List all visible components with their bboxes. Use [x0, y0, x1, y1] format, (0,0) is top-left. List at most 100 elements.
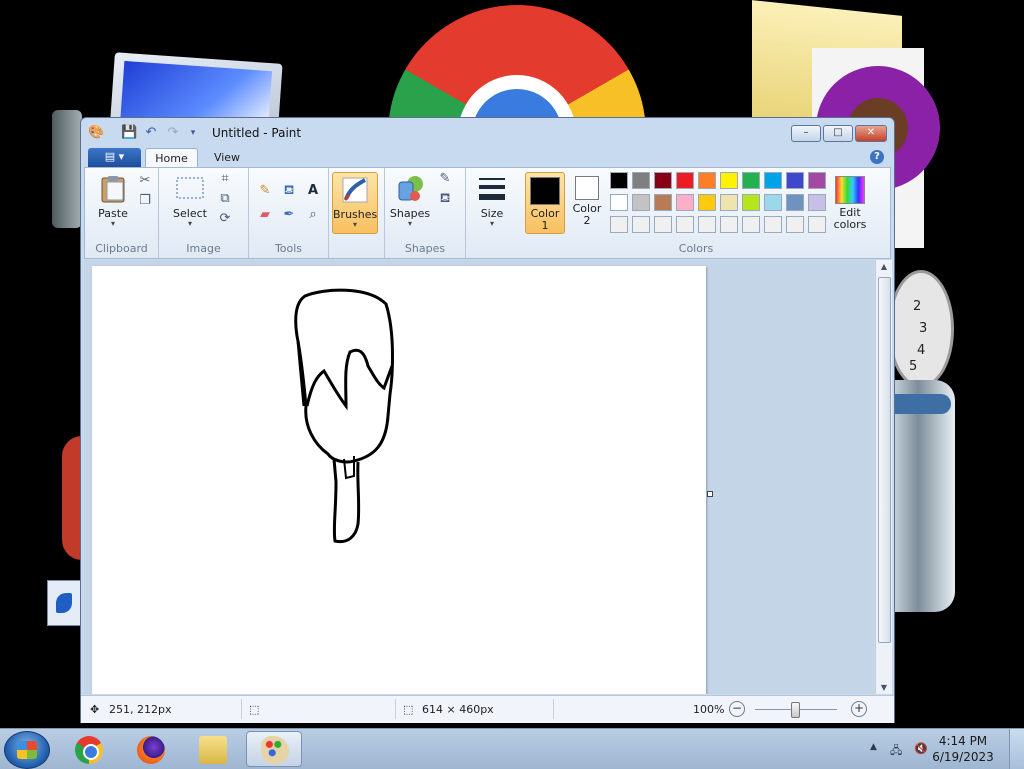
- scrollbar-thumb[interactable]: [878, 277, 891, 643]
- paint-app-icon[interactable]: 🎨: [88, 125, 104, 141]
- status-divider: [241, 699, 242, 719]
- palette-color-swatch[interactable]: [632, 194, 650, 211]
- taskbar-paint[interactable]: [246, 731, 302, 767]
- clock-date[interactable]: 6/19/2023: [928, 750, 998, 764]
- palette-color-swatch[interactable]: [610, 194, 628, 211]
- palette-color-swatch[interactable]: [676, 216, 694, 233]
- palette-color-swatch[interactable]: [610, 172, 628, 189]
- zoom-slider-thumb[interactable]: [791, 702, 800, 718]
- system-tray: ▲ 🖧 🔇 4:14 PM 6/19/2023: [866, 729, 1024, 769]
- palette-color-swatch[interactable]: [742, 194, 760, 211]
- palette-color-swatch[interactable]: [698, 172, 716, 189]
- palette-color-swatch[interactable]: [786, 216, 804, 233]
- color1-label: Color 1: [530, 207, 560, 232]
- palette-color-swatch[interactable]: [720, 216, 738, 233]
- pencil-icon[interactable]: ✎: [255, 182, 275, 200]
- show-hidden-icons-icon[interactable]: ▲: [870, 742, 877, 752]
- palette-color-swatch[interactable]: [632, 216, 650, 233]
- shapes-button[interactable]: Shapes ▾: [389, 172, 431, 228]
- folder-icon: [199, 736, 227, 764]
- zoom-out-icon[interactable]: −: [729, 701, 745, 717]
- resize-icon[interactable]: ⧉: [215, 190, 235, 208]
- copy-icon[interactable]: ❐: [135, 192, 155, 210]
- palette-color-swatch[interactable]: [786, 172, 804, 189]
- fill-bucket-icon[interactable]: ⛾: [279, 182, 299, 200]
- palette-color-swatch[interactable]: [742, 216, 760, 233]
- paste-button[interactable]: Paste ▾: [93, 172, 133, 228]
- palette-color-swatch[interactable]: [742, 172, 760, 189]
- network-icon[interactable]: 🖧: [890, 742, 902, 761]
- clock-time[interactable]: 4:14 PM: [928, 734, 998, 748]
- undo-icon[interactable]: ↶: [143, 125, 159, 141]
- save-icon[interactable]: 💾: [121, 125, 137, 141]
- recycle-bin-icon[interactable]: [893, 380, 955, 612]
- color2-button[interactable]: Color 2: [569, 172, 605, 234]
- palette-color-swatch[interactable]: [808, 194, 826, 211]
- edit-colors-label: Edit colors: [833, 206, 867, 231]
- taskbar-file-explorer[interactable]: [184, 731, 240, 767]
- colors-group-label: Colors: [678, 242, 714, 255]
- show-desktop-button[interactable]: [1009, 729, 1024, 769]
- palette-color-swatch[interactable]: [654, 172, 672, 189]
- canvas-resize-handle[interactable]: [707, 491, 713, 497]
- outline-icon[interactable]: ✎: [435, 170, 455, 188]
- color-picker-icon[interactable]: ✒: [279, 206, 299, 224]
- palette-color-swatch[interactable]: [654, 216, 672, 233]
- paint-window: 🎨 💾 ↶ ↷ ▾ Untitled - Paint – □ ✕ ▤ ▾ Hom…: [80, 117, 895, 723]
- rotate-icon[interactable]: ⟳: [215, 210, 235, 228]
- status-divider: [553, 699, 554, 719]
- volume-muted-icon[interactable]: 🔇: [914, 742, 928, 755]
- title-bar[interactable]: 🎨 💾 ↶ ↷ ▾ Untitled - Paint – □ ✕: [81, 118, 894, 148]
- customize-toolbar-icon[interactable]: ▾: [185, 125, 201, 141]
- help-icon[interactable]: ?: [870, 150, 884, 164]
- edit-colors-button[interactable]: Edit colors: [831, 172, 869, 231]
- drawing-canvas[interactable]: [92, 266, 706, 694]
- fill-icon[interactable]: ⛾: [435, 190, 455, 208]
- palette-color-swatch[interactable]: [786, 194, 804, 211]
- desktop-shortcut-icon[interactable]: [47, 580, 81, 626]
- palette-color-swatch[interactable]: [698, 194, 716, 211]
- palette-color-swatch[interactable]: [610, 216, 628, 233]
- size-button[interactable]: Size ▾: [471, 172, 513, 228]
- paint-palette-icon: [261, 736, 289, 764]
- start-button[interactable]: [4, 731, 50, 769]
- palette-color-swatch[interactable]: [720, 194, 738, 211]
- chevron-down-icon: ▾: [352, 220, 357, 229]
- select-button[interactable]: Select ▾: [169, 172, 211, 228]
- desktop-app-icon[interactable]: [62, 436, 82, 560]
- crop-icon[interactable]: ⌗: [215, 170, 235, 188]
- palette-color-swatch[interactable]: [764, 194, 782, 211]
- brushes-button[interactable]: Brushes ▾: [332, 172, 378, 234]
- scroll-down-icon[interactable]: ▼: [879, 683, 889, 692]
- palette-color-swatch[interactable]: [764, 172, 782, 189]
- cut-icon[interactable]: ✂: [135, 172, 155, 190]
- ribbon-home: Paste ▾ ✂ ❐ Clipboard Select ▾ ⌗ ⧉ ⟳ Ima…: [84, 167, 891, 259]
- scroll-up-icon[interactable]: ▲: [879, 262, 889, 271]
- file-menu-button[interactable]: ▤ ▾: [88, 148, 141, 167]
- vertical-scrollbar[interactable]: ▲ ▼: [875, 260, 892, 694]
- redo-icon[interactable]: ↷: [165, 125, 181, 141]
- palette-color-swatch[interactable]: [808, 172, 826, 189]
- color1-button[interactable]: Color 1: [525, 172, 565, 234]
- eraser-icon[interactable]: ▰: [255, 206, 275, 224]
- zoom-level: 100%: [693, 703, 725, 716]
- magnifier-icon[interactable]: ⌕: [303, 206, 323, 224]
- palette-color-swatch[interactable]: [632, 172, 650, 189]
- palette-color-swatch[interactable]: [720, 172, 738, 189]
- tab-view[interactable]: View: [207, 148, 247, 168]
- taskbar-chrome[interactable]: [60, 731, 116, 767]
- text-tool-icon[interactable]: A: [303, 182, 323, 200]
- palette-color-swatch[interactable]: [654, 194, 672, 211]
- maximize-button[interactable]: □: [823, 125, 853, 142]
- palette-color-swatch[interactable]: [808, 216, 826, 233]
- zoom-in-icon[interactable]: +: [851, 701, 867, 717]
- palette-color-swatch[interactable]: [698, 216, 716, 233]
- close-button[interactable]: ✕: [855, 125, 887, 142]
- tab-home[interactable]: Home: [145, 148, 198, 168]
- palette-color-swatch[interactable]: [764, 216, 782, 233]
- palette-color-swatch[interactable]: [676, 172, 694, 189]
- palette-color-swatch[interactable]: [676, 194, 694, 211]
- taskbar-firefox[interactable]: [122, 731, 178, 767]
- firefox-icon: [137, 736, 165, 764]
- minimize-button[interactable]: –: [791, 125, 821, 142]
